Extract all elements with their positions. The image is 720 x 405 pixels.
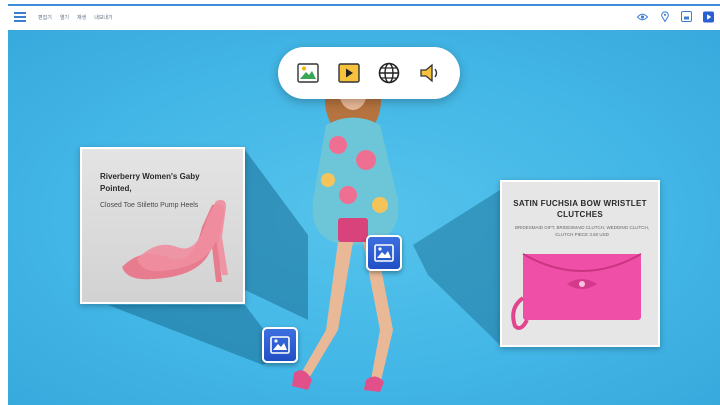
menu-item-export[interactable]: 내보내기	[94, 14, 112, 21]
product-title-shoes: Riverberry Women's Gaby Pointed,	[100, 172, 200, 193]
hamburger-menu-icon[interactable]	[14, 12, 26, 22]
canvas-stage[interactable]: Riverberry Women's Gaby Pointed, Closed …	[8, 30, 720, 405]
save-icon[interactable]	[681, 11, 692, 22]
menu-item-play[interactable]: 재생	[77, 14, 86, 21]
product-subtitle-clutch: BRIDESMAID GIFT, BRIDESMAID CLUTCH, WEDD…	[514, 225, 649, 237]
menu-item-open[interactable]: 열기	[60, 14, 69, 21]
hotspot-image-marker[interactable]	[366, 235, 402, 271]
speaker-icon	[420, 63, 437, 83]
globe-icon	[378, 62, 400, 84]
model-figure	[292, 62, 399, 392]
menu-bar: 편집기 열기 재생 내보내기	[38, 14, 113, 21]
play-icon	[338, 63, 360, 83]
eye-icon[interactable]	[637, 11, 648, 22]
product-card-shoes[interactable]: Riverberry Women's Gaby Pointed, Closed …	[80, 147, 245, 304]
image-icon	[270, 336, 290, 354]
menu-item-editor[interactable]: 편집기	[38, 14, 52, 21]
product-title-clutch: SATIN FUCHSIA BOW WRISTLET CLUTCHES	[513, 199, 647, 219]
image-icon	[374, 244, 394, 262]
fuchsia-clutch-image	[511, 253, 642, 330]
app-top-bar: 편집기 열기 재생 내보내기	[8, 4, 720, 30]
insert-audio-button[interactable]	[417, 60, 443, 86]
top-right-actions	[637, 11, 714, 22]
insert-video-button[interactable]	[336, 60, 362, 86]
floating-insert-toolbar	[278, 47, 460, 99]
hotspot-image-marker[interactable]	[262, 327, 298, 363]
play-preview-icon[interactable]	[703, 11, 714, 22]
insert-link-button[interactable]	[376, 60, 402, 86]
image-icon	[297, 63, 319, 83]
location-pin-icon[interactable]	[659, 11, 670, 22]
pink-heels-image	[122, 199, 228, 282]
product-card-clutch[interactable]: SATIN FUCHSIA BOW WRISTLET CLUTCHES BRID…	[500, 180, 660, 347]
insert-image-button[interactable]	[295, 60, 321, 86]
